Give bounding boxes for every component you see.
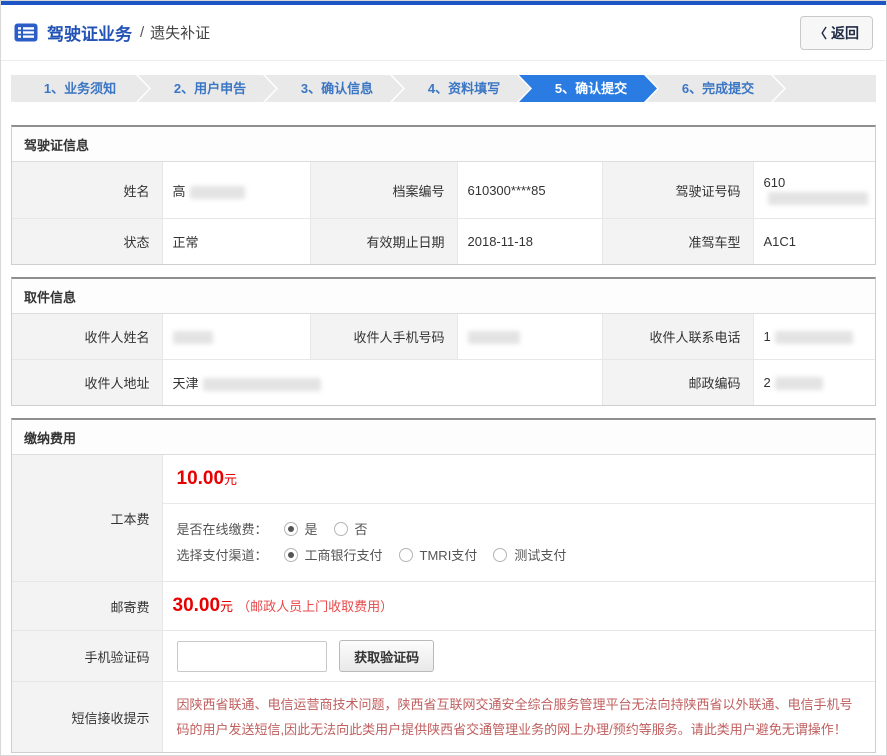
step-bar-filler [773,75,876,102]
step-2-user-declaration[interactable]: 2、用户申告 [138,75,276,102]
main-panel: 驾驶证业务 / 遗失补证 〈 返回 1、业务须知 2、用户申告 3、确认信息 4… [0,0,887,756]
step-5-confirm-submit[interactable]: 5、确认提交 [519,75,657,102]
license-no-value: 610 [753,162,875,219]
captcha-input[interactable] [177,641,327,672]
production-fee-label: 工本费 [12,455,162,582]
sms-notice-label: 短信接收提示 [12,682,162,753]
redaction [775,377,823,390]
redaction [768,192,868,205]
postcode-value: 2 [753,360,875,406]
postage-amount: 30.00 [173,595,221,616]
table-row: 状态 正常 有效期止日期 2018-11-18 准驾车型 A1C1 [12,219,875,265]
table-row: 收件人地址 天津 邮政编码 2 [12,360,875,406]
back-button-label: 返回 [831,23,859,43]
breadcrumb-separator: / [140,24,144,41]
sms-notice-cell: 因陕西省联通、电信运营商技术问题，陕西省互联网交通安全综合服务管理平台无法向持陕… [162,682,875,753]
step-4-fill-data[interactable]: 4、资料填写 [392,75,530,102]
status-value: 正常 [162,219,310,265]
redaction [468,331,520,344]
postage-note: （邮政人员上门收取费用） [237,599,393,614]
back-button[interactable]: 〈 返回 [800,16,873,50]
section-payment: 缴纳费用 工本费 10.00元 是否在线缴费： 是 否 [11,418,876,753]
file-no-label: 档案编号 [310,162,457,219]
table-row: 收件人姓名 收件人手机号码 收件人联系电话 1 [12,314,875,360]
radio-channel-test[interactable] [493,548,507,562]
pay-channel-question: 选择支付渠道： [177,545,268,564]
postage-label: 邮寄费 [12,582,162,631]
captcha-label: 手机验证码 [12,631,162,682]
step-wizard: 1、业务须知 2、用户申告 3、确认信息 4、资料填写 5、确认提交 6、完成提… [11,75,876,102]
radio-channel-icbc[interactable] [284,548,298,562]
recipient-address-label: 收件人地址 [12,360,162,406]
page-header: 驾驶证业务 / 遗失补证 〈 返回 [1,5,886,61]
radio-channel-tmri[interactable] [399,548,413,562]
online-pay-question-row: 是否在线缴费： 是 否 [177,519,862,538]
list-icon [14,23,38,42]
production-fee-unit: 元 [224,472,237,487]
recipient-contact-value: 1 [753,314,875,360]
radio-online-yes[interactable] [284,522,298,536]
recipient-name-value [162,314,310,360]
license-no-label: 驾驶证号码 [602,162,753,219]
payment-options: 是否在线缴费： 是 否 选择支付渠道： 工商银行支付 TMRI支付 [163,504,876,581]
recipient-mobile-value [457,314,602,360]
radio-channel-tmri-label[interactable]: TMRI支付 [420,545,478,564]
recipient-contact-label: 收件人联系电话 [602,314,753,360]
redaction [775,331,853,344]
redaction [173,331,213,344]
radio-channel-test-label[interactable]: 测试支付 [514,545,566,564]
pay-channel-question-row: 选择支付渠道： 工商银行支付 TMRI支付 测试支付 [177,545,862,564]
section-payment-title: 缴纳费用 [12,420,875,455]
postage-unit: 元 [220,599,233,614]
chevron-left-icon: 〈 [814,23,827,42]
redaction [203,378,321,391]
section-license-title: 驾驶证信息 [12,127,875,162]
class-label: 准驾车型 [602,219,753,265]
expiry-label: 有效期止日期 [310,219,457,265]
recipient-mobile-label: 收件人手机号码 [310,314,457,360]
section-license-info: 驾驶证信息 姓名 高 档案编号 610300****85 驾驶证号码 610 状… [11,125,876,265]
breadcrumb-current: 遗失补证 [150,22,210,43]
class-value: A1C1 [753,219,875,265]
name-label: 姓名 [12,162,162,219]
radio-online-no[interactable] [334,522,348,536]
postcode-label: 邮政编码 [602,360,753,406]
captcha-cell: 获取验证码 [162,631,875,682]
radio-channel-icbc-label[interactable]: 工商银行支付 [305,545,383,564]
status-label: 状态 [12,219,162,265]
step-1-business-notice[interactable]: 1、业务须知 [11,75,149,102]
production-fee-cell: 10.00元 是否在线缴费： 是 否 选择支付渠道： [162,455,875,582]
get-code-button[interactable]: 获取验证码 [339,640,434,672]
sms-notice-text: 因陕西省联通、电信运营商技术问题，陕西省互联网交通安全综合服务管理平台无法向持陕… [177,692,862,742]
radio-online-yes-label[interactable]: 是 [305,519,318,538]
section-pickup-title: 取件信息 [12,279,875,314]
table-row: 姓名 高 档案编号 610300****85 驾驶证号码 610 [12,162,875,219]
production-fee-amount-row: 10.00元 [163,455,876,504]
redaction [190,186,245,199]
radio-online-no-label[interactable]: 否 [355,519,368,538]
table-row: 工本费 10.00元 是否在线缴费： 是 否 [12,455,875,582]
table-row: 短信接收提示 因陕西省联通、电信运营商技术问题，陕西省互联网交通安全综合服务管理… [12,682,875,753]
recipient-address-value: 天津 [162,360,602,406]
recipient-name-label: 收件人姓名 [12,314,162,360]
name-value: 高 [162,162,310,219]
production-fee-amount: 10.00 [177,468,225,489]
table-row: 手机验证码 获取验证码 [12,631,875,682]
step-6-complete-submit[interactable]: 6、完成提交 [646,75,784,102]
section-pickup-info: 取件信息 收件人姓名 收件人手机号码 收件人联系电话 1 收件人地址 天津 邮政… [11,277,876,406]
table-row: 邮寄费 30.00元 （邮政人员上门收取费用） [12,582,875,631]
expiry-value: 2018-11-18 [457,219,602,265]
page-title: 驾驶证业务 [47,20,132,45]
postage-cell: 30.00元 （邮政人员上门收取费用） [162,582,875,631]
step-3-confirm-info[interactable]: 3、确认信息 [265,75,403,102]
file-no-value: 610300****85 [457,162,602,219]
online-pay-question: 是否在线缴费： [177,519,268,538]
